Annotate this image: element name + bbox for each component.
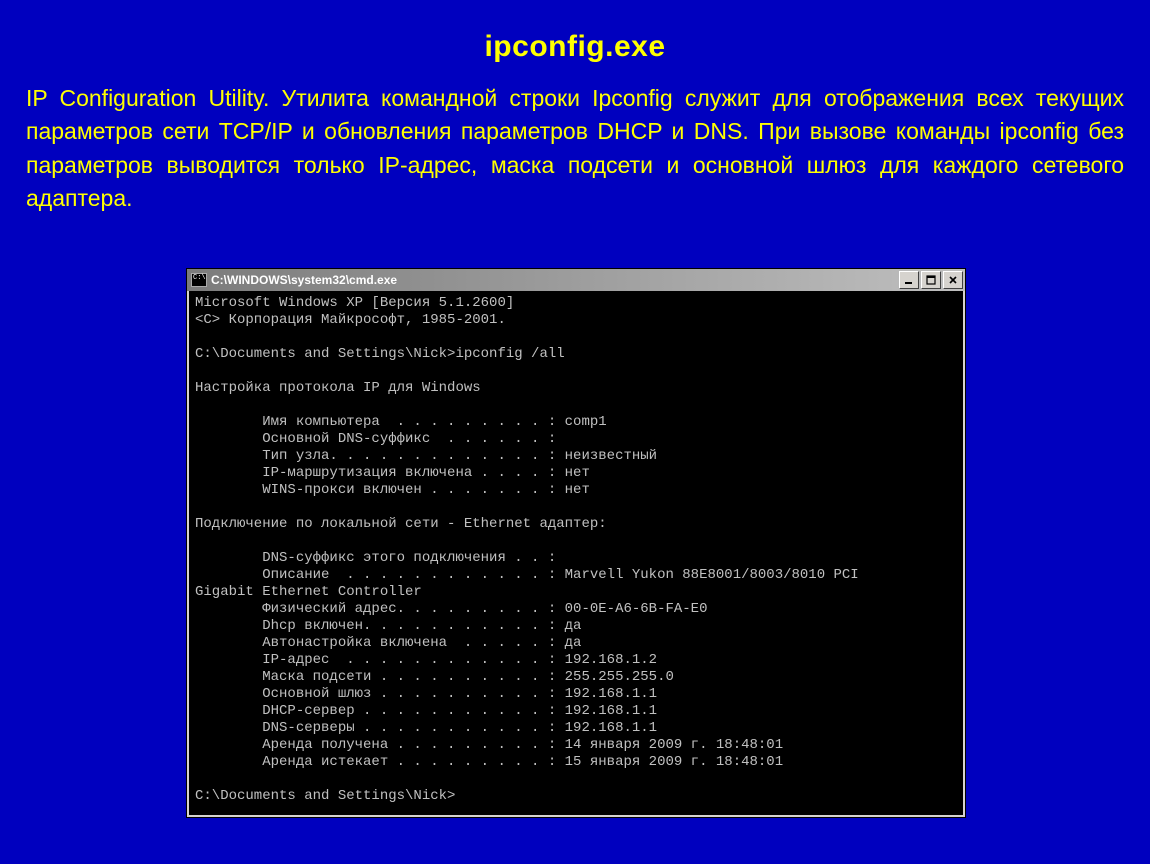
slide-body-text: IP Configuration Utility. Утилита команд…: [26, 82, 1124, 215]
cmd-window: C:\WINDOWS\system32\cmd.exe Microsoft Wi…: [186, 268, 966, 818]
cmd-icon: [191, 273, 207, 287]
minimize-button[interactable]: [899, 271, 919, 289]
window-buttons: [899, 271, 963, 289]
slide-title: ipconfig.exe: [26, 30, 1124, 64]
maximize-icon: [926, 275, 936, 285]
close-button[interactable]: [943, 271, 963, 289]
close-icon: [948, 275, 958, 285]
minimize-icon: [904, 275, 914, 285]
window-titlebar[interactable]: C:\WINDOWS\system32\cmd.exe: [187, 269, 965, 291]
maximize-button[interactable]: [921, 271, 941, 289]
window-title-text: C:\WINDOWS\system32\cmd.exe: [211, 273, 397, 287]
slide: ipconfig.exe IP Configuration Utility. У…: [0, 0, 1150, 864]
terminal-output[interactable]: Microsoft Windows XP [Версия 5.1.2600] <…: [187, 291, 965, 817]
